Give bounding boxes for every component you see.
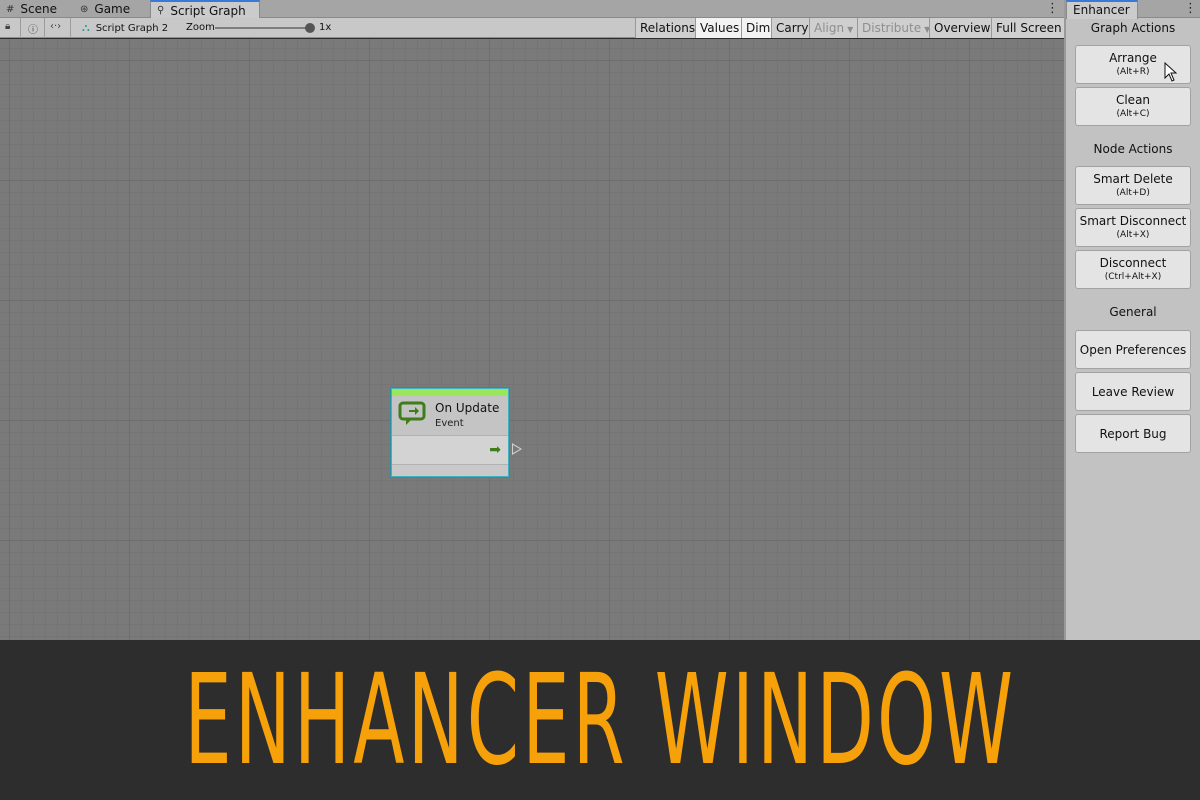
zoom-slider-track[interactable] xyxy=(215,27,311,29)
disconnect-button[interactable]: Disconnect (Ctrl+Alt+X) xyxy=(1075,250,1191,289)
tab-game[interactable]: ⊛ Game xyxy=(80,0,148,18)
control-output-arrow-icon[interactable]: ➡ xyxy=(489,442,501,458)
breadcrumb-label: Script Graph 2 xyxy=(95,22,169,34)
kebab-menu-icon[interactable]: ⋮ xyxy=(1184,1,1197,16)
full-screen-button[interactable]: Full Screen xyxy=(991,18,1064,38)
distribute-label: Distribute xyxy=(862,21,922,35)
relations-button[interactable]: Relations xyxy=(635,18,695,38)
enhancer-panel: Enhancer ⋮ Graph Actions Arrange (Alt+R)… xyxy=(1064,0,1200,640)
node-subtitle: Event xyxy=(435,418,464,429)
toolbar-divider xyxy=(70,18,71,38)
event-loop-icon xyxy=(398,401,426,425)
tab-label: Scene xyxy=(20,2,57,16)
tab-script-graph[interactable]: ⚲ Script Graph xyxy=(150,0,260,19)
report-bug-button[interactable]: Report Bug xyxy=(1075,414,1191,453)
toolbar-divider xyxy=(20,18,21,38)
button-label: Smart Delete xyxy=(1093,172,1173,186)
zoom-value: 1x xyxy=(319,22,332,33)
lock-icon[interactable]: 🔒︎ xyxy=(5,21,10,32)
button-shortcut: (Alt+D) xyxy=(1116,188,1150,198)
mouse-cursor-icon xyxy=(1164,62,1178,82)
tab-label: Game xyxy=(94,2,131,16)
align-label: Align xyxy=(814,21,845,35)
dim-button[interactable]: Dim xyxy=(741,18,771,38)
caret-down-icon: ▼ xyxy=(847,25,854,34)
graph-toolbar: 🔒︎ ⓘ ‹·› ⛬ Script Graph 2 Zoom 1x Relati… xyxy=(0,18,1064,38)
gamepad-icon: ⊛ xyxy=(80,3,89,15)
general-heading: General xyxy=(1109,305,1157,319)
on-update-node[interactable]: On Update Event ➡ xyxy=(391,388,509,477)
grid-icon: # xyxy=(6,3,15,15)
graph-actions-heading: Graph Actions xyxy=(1090,21,1176,35)
zoom-slider-handle[interactable] xyxy=(305,23,315,33)
open-preferences-button[interactable]: Open Preferences xyxy=(1075,330,1191,369)
node-header: On Update Event xyxy=(392,396,508,435)
button-label: Disconnect xyxy=(1099,256,1167,270)
tab-label: Script Graph xyxy=(170,3,246,18)
editor-tab-bar: # Scene ⊛ Game ⚲ Script Graph ⋮ xyxy=(0,0,1064,19)
values-button[interactable]: Values xyxy=(695,18,741,38)
button-label: Smart Disconnect xyxy=(1079,214,1187,228)
clean-button[interactable]: Clean (Alt+C) xyxy=(1075,87,1191,126)
smart-delete-button[interactable]: Smart Delete (Alt+D) xyxy=(1075,166,1191,205)
smart-disconnect-button[interactable]: Smart Disconnect (Alt+X) xyxy=(1075,208,1191,247)
toolbar-divider xyxy=(44,18,45,38)
button-label: Clean xyxy=(1115,93,1151,107)
align-dropdown[interactable]: Align ▼ xyxy=(809,18,857,38)
title-banner: ENHANCER WINDOW xyxy=(0,640,1200,800)
breadcrumb[interactable]: ⛬ Script Graph 2 xyxy=(82,21,168,35)
overview-button[interactable]: Overview xyxy=(929,18,991,38)
leave-review-button[interactable]: Leave Review xyxy=(1075,372,1191,411)
distribute-dropdown[interactable]: Distribute ▼ xyxy=(857,18,930,38)
banner-title: ENHANCER WINDOW xyxy=(184,647,1016,793)
kebab-menu-icon[interactable]: ⋮ xyxy=(1046,1,1059,16)
carry-button[interactable]: Carry xyxy=(771,18,809,38)
control-output-port-icon[interactable] xyxy=(512,443,522,455)
node-body: ➡ xyxy=(392,435,508,465)
tab-scene[interactable]: # Scene xyxy=(6,0,76,18)
info-icon[interactable]: ⓘ xyxy=(28,21,38,36)
zoom-label: Zoom xyxy=(186,22,215,33)
graph-icon: ⚲ xyxy=(157,5,165,16)
graph-canvas[interactable] xyxy=(0,39,1064,640)
button-shortcut: (Alt+C) xyxy=(1116,109,1150,119)
code-icon[interactable]: ‹·› xyxy=(50,21,61,32)
node-accent-bar xyxy=(392,389,508,396)
button-shortcut: (Ctrl+Alt+X) xyxy=(1104,272,1162,282)
node-actions-heading: Node Actions xyxy=(1093,142,1173,156)
button-shortcut: (Alt+X) xyxy=(1116,230,1150,240)
tab-enhancer[interactable]: Enhancer xyxy=(1066,0,1138,19)
script-graph-icon: ⛬ xyxy=(82,21,90,34)
node-title: On Update xyxy=(435,401,500,415)
